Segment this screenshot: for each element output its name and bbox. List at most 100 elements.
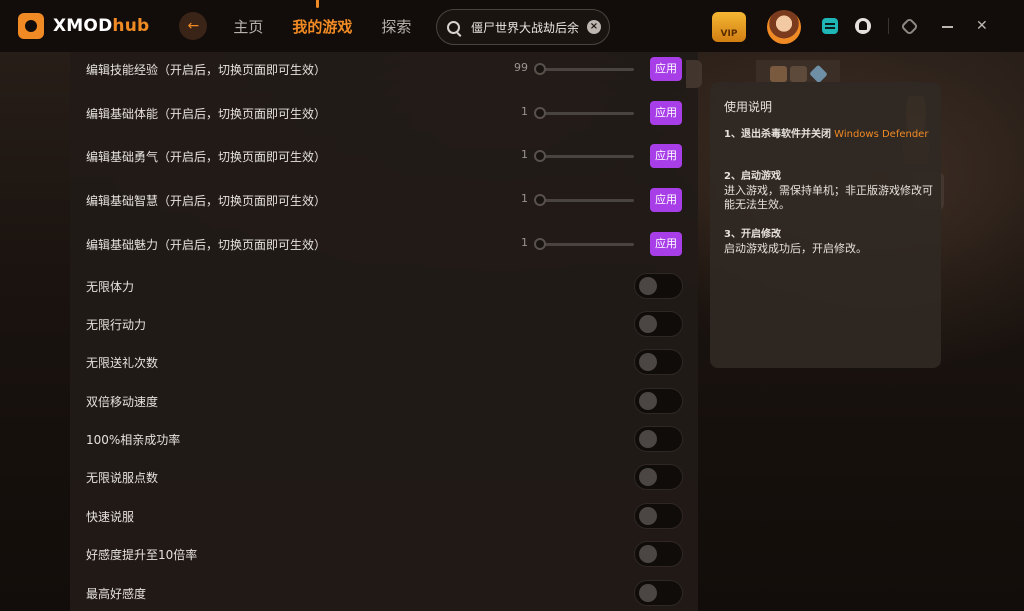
toggle-knob [639,507,657,525]
search-input[interactable]: 僵尸世界大战劫后余 [471,19,583,36]
apply-button[interactable]: 应用 [650,101,682,125]
toggle-switch[interactable] [634,541,683,567]
slider-track[interactable] [536,243,634,246]
slider-handle[interactable] [534,194,546,206]
toggle-label: 双倍移动速度 [86,395,159,409]
instruction-step-3: 3、开启修改 启动游戏成功后，开启修改。 [724,228,934,256]
instruction-step-1: 1、退出杀毒软件并关闭 Windows Defender [724,128,934,142]
search-icon [447,20,460,34]
slider-label: 编辑基础魅力（开启后，切换页面即可生效） [86,238,327,252]
badge-icon [789,66,807,82]
cheat-panel: 编辑技能经验（开启后，切换页面即可生效） 99 应用 编辑基础体能（开启后，切换… [70,52,698,611]
slider-handle[interactable] [534,107,546,119]
slider-handle[interactable] [534,238,546,250]
arrow-left-icon: ← [187,18,200,34]
clear-search-button[interactable]: × [587,20,601,34]
toggle-switch[interactable] [634,311,683,337]
vip-badge[interactable]: VIP [712,12,746,42]
stack-icon[interactable] [822,18,838,34]
slider-track[interactable] [536,155,634,158]
toggle-row: 好感度提升至10倍率 [70,541,698,567]
nav-home[interactable]: 主页 [233,16,263,37]
header-divider [888,18,889,34]
apply-button[interactable]: 应用 [650,57,682,81]
toggle-row: 无限行动力 [70,311,698,337]
toggle-switch[interactable] [634,349,683,375]
app-name: XMODhub [53,16,149,36]
toggle-label: 无限行动力 [86,318,147,332]
toggle-switch[interactable] [634,503,683,529]
toggle-label: 100%相亲成功率 [86,433,181,447]
instruction-step-2: 2、启动游戏 进入游戏，需保持单机；非正版游戏修改可能无法生效。 [724,170,934,212]
apply-button[interactable]: 应用 [650,144,682,168]
slider-handle[interactable] [534,150,546,162]
back-button[interactable]: ← [179,12,208,40]
app-logo[interactable]: XMODhub [18,13,149,39]
apply-button[interactable]: 应用 [650,232,682,256]
toggle-switch[interactable] [634,580,683,606]
app-name-accent: hub [112,16,150,36]
slider-value: 1 [521,105,528,118]
toggle-knob [639,277,657,295]
toggle-switch[interactable] [634,464,683,490]
slider-handle[interactable] [534,63,546,75]
toggle-switch[interactable] [634,388,683,414]
main-nav: 主页 我的游戏 探索 [233,0,440,37]
toggle-row: 无限送礼次数 [70,349,698,375]
slider-row-wisdom: 编辑基础智慧（开启后，切换页面即可生效） 1 应用 [70,188,698,212]
toggle-knob [639,430,657,448]
toggle-label: 无限体力 [86,280,135,294]
slider-label: 编辑基础智慧（开启后，切换页面即可生效） [86,194,327,208]
toggle-knob [639,468,657,486]
slider-track[interactable] [536,199,634,202]
toggle-label: 无限说服点数 [86,471,159,485]
diamond-icon [808,64,828,84]
toggle-switch[interactable] [634,273,683,299]
step-1-heading: 1、退出杀毒软件并关闭 [724,129,831,140]
xmod-logo-icon [18,13,44,39]
notification-icon[interactable] [855,18,871,34]
slider-track[interactable] [536,112,634,115]
step-3-body: 启动游戏成功后，开启修改。 [724,242,867,255]
close-icon[interactable]: ✕ [976,18,988,34]
toggle-row: 100%相亲成功率 [70,426,698,452]
toggle-row: 最高好感度 [70,580,698,606]
toggle-row: 快速说服 [70,503,698,529]
toggle-knob [639,392,657,410]
toggle-switch[interactable] [634,426,683,452]
step-1-highlight: Windows Defender [834,129,929,140]
step-3-heading: 3、开启修改 [724,229,781,240]
toggle-knob [639,584,657,602]
nav-my-games[interactable]: 我的游戏 [292,0,352,37]
slider-row-skill-exp: 编辑技能经验（开启后，切换页面即可生效） 99 应用 [70,57,698,81]
nav-explore[interactable]: 探索 [381,16,411,37]
slider-label: 编辑技能经验（开启后，切换页面即可生效） [86,63,327,77]
slider-label: 编辑基础勇气（开启后，切换页面即可生效） [86,150,327,164]
avatar[interactable] [767,10,801,44]
toggle-label: 好感度提升至10倍率 [86,548,198,562]
slider-value: 1 [521,192,528,205]
slider-row-charm: 编辑基础魅力（开启后，切换页面即可生效） 1 应用 [70,232,698,256]
apply-button[interactable]: 应用 [650,188,682,212]
instructions-title: 使用说明 [724,100,773,114]
toggle-knob [639,545,657,563]
slider-value: 99 [514,61,528,74]
step-2-heading: 2、启动游戏 [724,171,781,182]
slider-track[interactable] [536,68,634,71]
slider-value: 1 [521,148,528,161]
step-2-body: 进入游戏，需保持单机；非正版游戏修改可能无法生效。 [724,184,933,211]
search-bar[interactable]: 僵尸世界大战劫后余 × [436,9,610,45]
toggle-knob [639,353,657,371]
toggle-row: 无限体力 [70,273,698,299]
top-bar: XMODhub ← 主页 我的游戏 探索 僵尸世界大战劫后余 × VIP ✕ [0,0,1024,52]
slider-row-courage: 编辑基础勇气（开启后，切换页面即可生效） 1 应用 [70,144,698,168]
minimize-icon[interactable] [942,26,953,28]
toggle-knob [639,315,657,333]
instructions-card: 使用说明 1、退出杀毒软件并关闭 Windows Defender 2、启动游戏… [710,82,941,368]
app-name-main: XMOD [53,16,113,36]
slider-row-stamina: 编辑基础体能（开启后，切换页面即可生效） 1 应用 [70,101,698,125]
toggle-label: 快速说服 [86,510,135,524]
slider-label: 编辑基础体能（开启后，切换页面即可生效） [86,107,327,121]
badge-icon [769,66,787,82]
settings-icon[interactable] [900,17,919,36]
